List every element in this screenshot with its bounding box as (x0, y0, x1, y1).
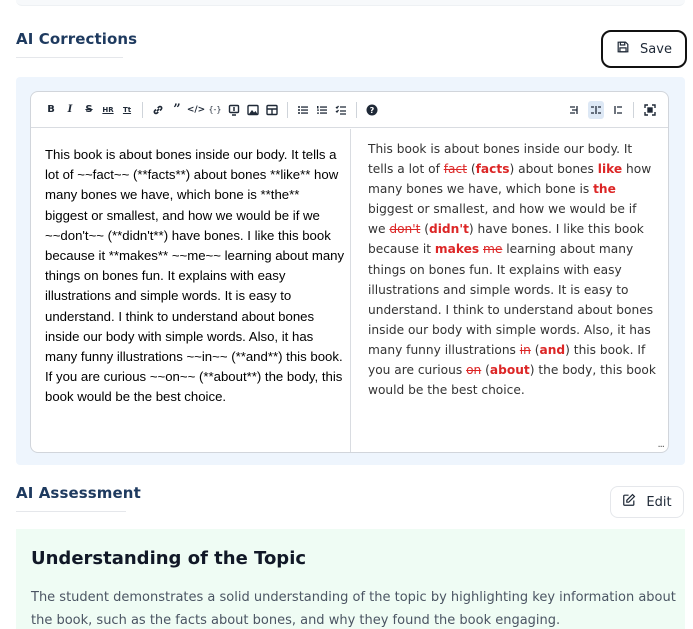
bold-button[interactable]: B (43, 101, 59, 119)
inserted-word: about (489, 363, 530, 378)
editor-toolbar: B I S HR Tt ” </> {-} ? (31, 92, 668, 128)
preview-text: ( (420, 222, 430, 237)
deleted-word: fact (443, 162, 467, 177)
fullscreen-icon[interactable] (642, 101, 658, 119)
unordered-list-icon[interactable] (295, 101, 311, 119)
edit-button[interactable]: Edit (610, 486, 684, 518)
inserted-word: like (597, 162, 623, 177)
horizontal-rule-button[interactable]: HR (100, 101, 116, 119)
assessment-body: The student demonstrates a solid underst… (31, 590, 676, 628)
inserted-word: and (539, 342, 566, 357)
inserted-word: the (593, 182, 616, 197)
assessment-title-underline (16, 511, 126, 512)
corrections-title: AI Corrections (16, 30, 138, 48)
preview-icon[interactable] (226, 101, 242, 119)
preview-text: ( (466, 162, 476, 177)
assessment-title: AI Assessment (16, 484, 141, 502)
link-icon[interactable] (150, 101, 166, 119)
strikethrough-button[interactable]: S (81, 101, 97, 119)
toolbar-separator (356, 101, 357, 118)
previous-section-edge (16, 0, 685, 6)
corrections-title-underline (16, 57, 123, 58)
markdown-input[interactable]: This book is about bones inside our body… (31, 129, 351, 452)
deleted-word: me (483, 242, 503, 257)
save-button[interactable]: Save (601, 30, 687, 68)
preview-text: learning about many things on bones fun.… (368, 242, 654, 357)
preview-mode-icon[interactable] (609, 101, 625, 119)
help-icon[interactable]: ? (364, 101, 380, 119)
italic-button[interactable]: I (62, 101, 78, 119)
preview-text: ( (481, 363, 490, 378)
markdown-editor: B I S HR Tt ” </> {-} ? This book is abo… (30, 91, 669, 453)
resize-handle[interactable]: ... (657, 439, 664, 450)
inserted-word: makes (434, 242, 480, 257)
edit-mode-icon[interactable] (567, 101, 583, 119)
assessment-card: Understanding of the Topic The student d… (16, 529, 685, 629)
deleted-word: on (466, 363, 482, 378)
deleted-word: in (519, 342, 531, 357)
assessment-heading: Understanding of the Topic (31, 548, 307, 569)
table-icon[interactable] (264, 101, 280, 119)
edit-button-label: Edit (646, 494, 672, 510)
save-button-label: Save (640, 41, 672, 57)
preview-text: ) about bones (509, 162, 598, 177)
inserted-word: facts (475, 162, 510, 177)
deleted-word: don't (389, 222, 421, 237)
toolbar-separator (142, 101, 143, 118)
svg-text:?: ? (370, 106, 375, 115)
ordered-list-icon[interactable] (314, 101, 330, 119)
save-icon (616, 40, 630, 58)
edit-icon (622, 493, 636, 511)
title-button[interactable]: Tt (119, 101, 135, 119)
toolbar-separator (287, 101, 288, 118)
correction-preview: This book is about bones inside our body… (351, 129, 668, 452)
code-block-icon[interactable]: {-} (207, 101, 223, 119)
checklist-icon[interactable] (333, 101, 349, 119)
preview-text: ( (530, 342, 540, 357)
side-by-side-icon[interactable] (588, 101, 604, 119)
code-icon[interactable]: </> (187, 101, 205, 119)
quote-icon[interactable]: ” (169, 101, 185, 119)
inserted-word: didn't (429, 222, 469, 237)
toolbar-separator (633, 102, 634, 118)
image-icon[interactable] (245, 101, 261, 119)
